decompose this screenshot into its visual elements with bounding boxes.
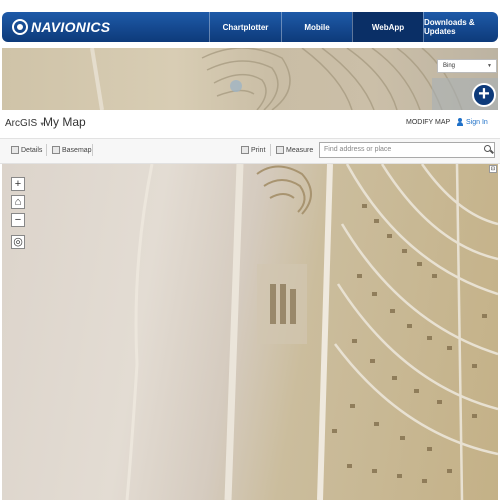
search-icon[interactable]: [484, 145, 493, 154]
details-button[interactable]: Details: [11, 146, 42, 154]
nav-webapp[interactable]: WebApp: [352, 12, 423, 42]
satellite-imagery: [125, 164, 498, 500]
nav-chartplotter[interactable]: Chartplotter: [209, 12, 281, 42]
navionics-logo-icon: [12, 19, 28, 35]
chevron-down-icon: ▼: [487, 63, 492, 69]
basemap-button[interactable]: Basemap: [52, 146, 92, 154]
map-title: My Map: [43, 115, 86, 129]
map-view[interactable]: [2, 164, 498, 500]
navionics-logo[interactable]: NAVIONICS: [12, 18, 110, 36]
zoom-out-button[interactable]: −: [11, 213, 25, 227]
aerial-banner: [2, 48, 498, 110]
user-icon: [456, 118, 464, 126]
basemap-label: Basemap: [62, 146, 92, 154]
basemap-dropdown-value: Bing: [443, 63, 456, 69]
navionics-header: NAVIONICS Chartplotter Mobile WebApp Dow…: [2, 12, 498, 42]
sign-in-label: Sign In: [466, 118, 488, 126]
nav-downloads-updates[interactable]: Downloads & Updates: [423, 12, 498, 42]
toolbar-divider: [46, 144, 47, 156]
banner-aerial-image: [90, 48, 498, 110]
measure-icon: [276, 146, 284, 154]
arcgis-brand-menu[interactable]: ArcGIS ▼: [5, 118, 45, 129]
toolbar-divider: [270, 144, 271, 156]
basemap-dropdown[interactable]: Bing ▼: [437, 59, 497, 73]
home-icon[interactable]: ⌂: [11, 195, 25, 209]
toolbar-divider: [92, 144, 93, 156]
map-corner-toggle-icon[interactable]: ⊡: [489, 165, 497, 173]
navionics-nav: Chartplotter Mobile WebApp Downloads & U…: [209, 12, 498, 42]
details-icon: [11, 146, 19, 154]
nav-mobile[interactable]: Mobile: [281, 12, 352, 42]
sign-in-link[interactable]: Sign In: [456, 118, 488, 126]
print-button[interactable]: Print: [241, 146, 265, 154]
print-icon: [241, 146, 249, 154]
address-search-input[interactable]: Find address or place: [319, 142, 495, 158]
print-label: Print: [251, 146, 266, 154]
measure-button[interactable]: Measure: [276, 146, 313, 154]
locate-icon[interactable]: ◎: [11, 235, 25, 249]
navionics-logo-text: NAVIONICS: [31, 19, 111, 35]
arcgis-brand-label: ArcGIS: [5, 118, 38, 129]
details-label: Details: [21, 146, 43, 154]
modify-map-link[interactable]: MODIFY MAP: [406, 119, 450, 126]
add-button[interactable]: +: [472, 83, 496, 107]
basemap-icon: [52, 146, 60, 154]
zoom-in-button[interactable]: +: [11, 177, 25, 191]
measure-label: Measure: [286, 146, 314, 154]
